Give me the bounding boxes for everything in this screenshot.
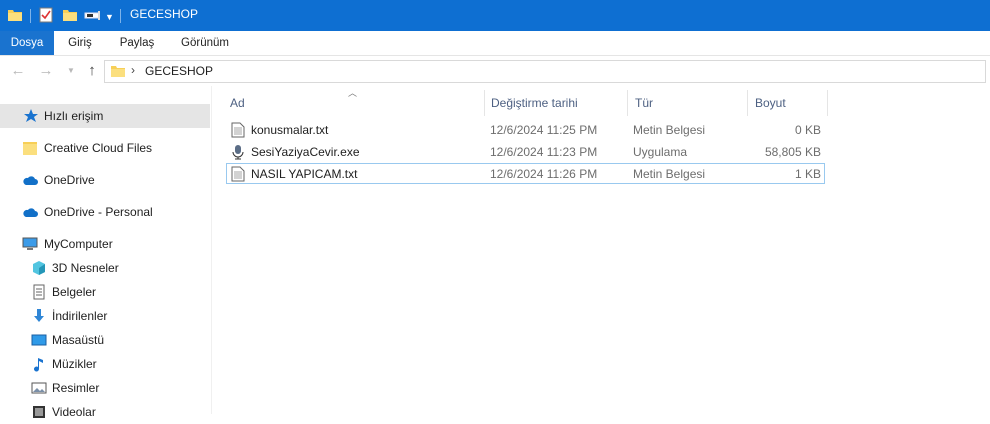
back-arrow-icon[interactable]: ← (9, 62, 27, 80)
column-header-name[interactable]: Ad (230, 90, 245, 116)
sidebar-item-label: MyComputer (44, 237, 113, 251)
file-type: Metin Belgesi (633, 167, 706, 181)
sidebar-item-mycomputer[interactable]: MyComputer (0, 232, 210, 256)
tab-giris[interactable]: Giriş (58, 31, 102, 55)
tab-gorunum[interactable]: Görünüm (172, 31, 238, 55)
navigation-bar: ← → ▼ ↑ › GECESHOP (0, 56, 990, 86)
tab-paylas[interactable]: Paylaş (112, 31, 162, 55)
file-type: Metin Belgesi (633, 123, 706, 137)
column-divider[interactable] (484, 90, 485, 116)
cloud-icon (23, 208, 38, 217)
file-size: 1 KB (794, 167, 821, 181)
column-header-size[interactable]: Boyut (755, 90, 786, 116)
column-divider[interactable] (747, 90, 748, 116)
file-row[interactable]: konusmalar.txt 12/6/2024 11:25 PM Metin … (227, 120, 824, 140)
file-date: 12/6/2024 11:23 PM (490, 145, 598, 159)
file-date: 12/6/2024 11:26 PM (490, 167, 598, 181)
file-name: NASIL YAPICAM.txt (251, 167, 358, 181)
text-file-icon (231, 122, 245, 138)
column-divider[interactable] (827, 90, 828, 116)
sidebar-item-label: Müzikler (52, 357, 97, 371)
sidebar-item-onedrive-personal[interactable]: OneDrive - Personal (0, 200, 210, 224)
address-bar[interactable]: › GECESHOP (104, 60, 986, 83)
sidebar-item-music[interactable]: Müzikler (0, 352, 210, 376)
computer-icon (22, 237, 38, 250)
sidebar-item-quick-access[interactable]: Hızlı erişim (0, 104, 210, 128)
breadcrumb-current[interactable]: GECESHOP (145, 64, 213, 78)
sidebar-item-label: Hızlı erişim (44, 109, 104, 123)
column-divider[interactable] (627, 90, 628, 116)
column-header-date[interactable]: Değiştirme tarihi (491, 90, 578, 116)
column-header-type[interactable]: Tür (635, 90, 653, 116)
sidebar-item-label: Resimler (52, 381, 100, 395)
file-name: konusmalar.txt (251, 123, 329, 137)
title-bar: ▼ GECESHOP (0, 0, 990, 31)
sidebar-item-pictures[interactable]: Resimler (0, 376, 210, 400)
cube-icon (33, 261, 45, 275)
sidebar-item-label: İndirilenler (52, 309, 108, 323)
sidebar-item-label: Masaüstü (52, 333, 105, 347)
microphone-icon (232, 145, 244, 160)
tab-dosya[interactable]: Dosya (0, 31, 54, 55)
file-name: SesiYaziyaCevir.exe (251, 145, 360, 159)
pictures-icon (31, 382, 47, 394)
up-arrow-icon[interactable]: ↑ (83, 62, 101, 80)
document-icon (33, 284, 45, 300)
file-type: Uygulama (633, 145, 688, 159)
sidebar-item-3d-objects[interactable]: 3D Nesneler (0, 256, 210, 280)
chevron-down-icon[interactable]: ▼ (105, 8, 114, 26)
star-icon (24, 109, 38, 122)
breadcrumb-chevron-icon[interactable]: › (131, 63, 135, 77)
sidebar-item-creative-cloud[interactable]: Creative Cloud Files (0, 136, 210, 160)
forward-arrow-icon[interactable]: → (37, 62, 55, 80)
sidebar-item-onedrive[interactable]: OneDrive (0, 168, 210, 192)
rename-icon[interactable] (84, 6, 102, 24)
folder-icon (23, 142, 37, 155)
navigation-pane: Hızlı erişim Creative Cloud Files OneDri… (0, 86, 212, 419)
sidebar-item-videos[interactable]: Videolar (0, 400, 210, 424)
folder-icon (7, 6, 23, 24)
sidebar-item-label: OneDrive - Personal (44, 205, 153, 219)
sidebar-item-downloads[interactable]: İndirilenler (0, 304, 210, 328)
window-title: GECESHOP (130, 7, 199, 21)
video-icon (33, 406, 45, 418)
download-icon (34, 309, 44, 322)
file-row[interactable]: SesiYaziyaCevir.exe 12/6/2024 11:23 PM U… (227, 142, 824, 162)
file-size: 0 KB (794, 123, 821, 137)
file-date: 12/6/2024 11:25 PM (490, 123, 598, 137)
text-file-icon (231, 166, 245, 182)
sort-ascending-icon: ︿ (348, 88, 358, 98)
cloud-icon (23, 176, 38, 185)
music-icon (34, 358, 43, 372)
recent-chevron-icon[interactable]: ▼ (62, 62, 80, 80)
file-row[interactable]: NASIL YAPICAM.txt 12/6/2024 11:26 PM Met… (226, 163, 825, 184)
sidebar-item-label: OneDrive (44, 173, 95, 187)
ribbon-tabs: Dosya Giriş Paylaş Görünüm (0, 31, 990, 56)
properties-icon[interactable] (38, 6, 54, 24)
sidebar-item-desktop[interactable]: Masaüstü (0, 328, 210, 352)
new-folder-icon[interactable] (62, 6, 78, 24)
folder-icon (110, 63, 126, 82)
file-list: ︿ Ad Değiştirme tarihi Tür Boyut konusma… (212, 86, 990, 414)
desktop-icon (31, 334, 47, 346)
file-size: 58,805 KB (764, 145, 821, 159)
sidebar-item-label: Belgeler (52, 285, 97, 299)
sidebar-item-label: 3D Nesneler (52, 261, 119, 275)
sidebar-item-label: Videolar (52, 405, 96, 419)
sidebar-item-documents[interactable]: Belgeler (0, 280, 210, 304)
sidebar-item-label: Creative Cloud Files (44, 141, 153, 155)
